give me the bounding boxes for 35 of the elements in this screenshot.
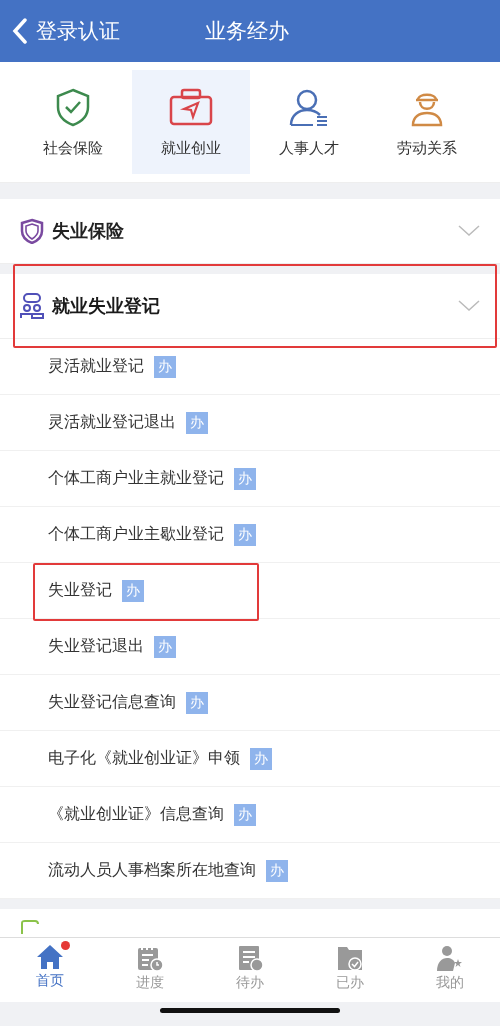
service-item[interactable]: 灵活就业登记退出 办 bbox=[0, 395, 500, 451]
chevron-down-icon bbox=[458, 300, 480, 312]
home-icon bbox=[36, 944, 64, 970]
service-item[interactable]: 失业登记 办 bbox=[0, 563, 500, 619]
handle-tag: 办 bbox=[234, 803, 256, 826]
people-icon bbox=[20, 293, 44, 319]
handle-tag: 办 bbox=[154, 635, 176, 658]
handle-tag: 办 bbox=[186, 411, 208, 434]
handle-tag: 办 bbox=[154, 355, 176, 378]
folder-check-icon bbox=[336, 944, 364, 972]
handle-tag: 办 bbox=[234, 467, 256, 490]
service-item[interactable]: 电子化《就业创业证》申领 办 bbox=[0, 731, 500, 787]
back-icon bbox=[12, 18, 28, 44]
handle-tag: 办 bbox=[186, 691, 208, 714]
page-title: 业务经办 bbox=[205, 18, 289, 45]
service-item[interactable]: 失业登记信息查询 办 bbox=[0, 675, 500, 731]
service-item[interactable]: 《就业创业证》信息查询 办 bbox=[0, 787, 500, 843]
section-header[interactable]: 就业失业登记 bbox=[0, 274, 500, 339]
user-star-icon bbox=[436, 944, 464, 972]
chevron-down-icon bbox=[458, 225, 480, 237]
service-item[interactable]: 流动人员人事档案所在地查询 办 bbox=[0, 843, 500, 899]
category-tab[interactable]: 就业创业 bbox=[132, 70, 250, 174]
back-button[interactable]: 登录认证 bbox=[0, 17, 120, 45]
handle-tag: 办 bbox=[266, 859, 288, 882]
service-item[interactable]: 灵活就业登记 办 bbox=[0, 339, 500, 395]
briefcase-icon bbox=[168, 86, 214, 127]
handle-tag: 办 bbox=[234, 523, 256, 546]
tab-bar-item[interactable]: 首页 bbox=[0, 944, 100, 1002]
handle-tag: 办 bbox=[250, 747, 272, 770]
service-item[interactable]: 失业登记退出 办 bbox=[0, 619, 500, 675]
section-header[interactable]: 失业保险 bbox=[0, 199, 500, 264]
service-item[interactable]: 个体工商户业主就业登记 办 bbox=[0, 451, 500, 507]
shield-icon bbox=[20, 218, 44, 244]
service-item[interactable]: 个体工商户业主歇业登记 办 bbox=[0, 507, 500, 563]
handle-tag: 办 bbox=[122, 579, 144, 602]
